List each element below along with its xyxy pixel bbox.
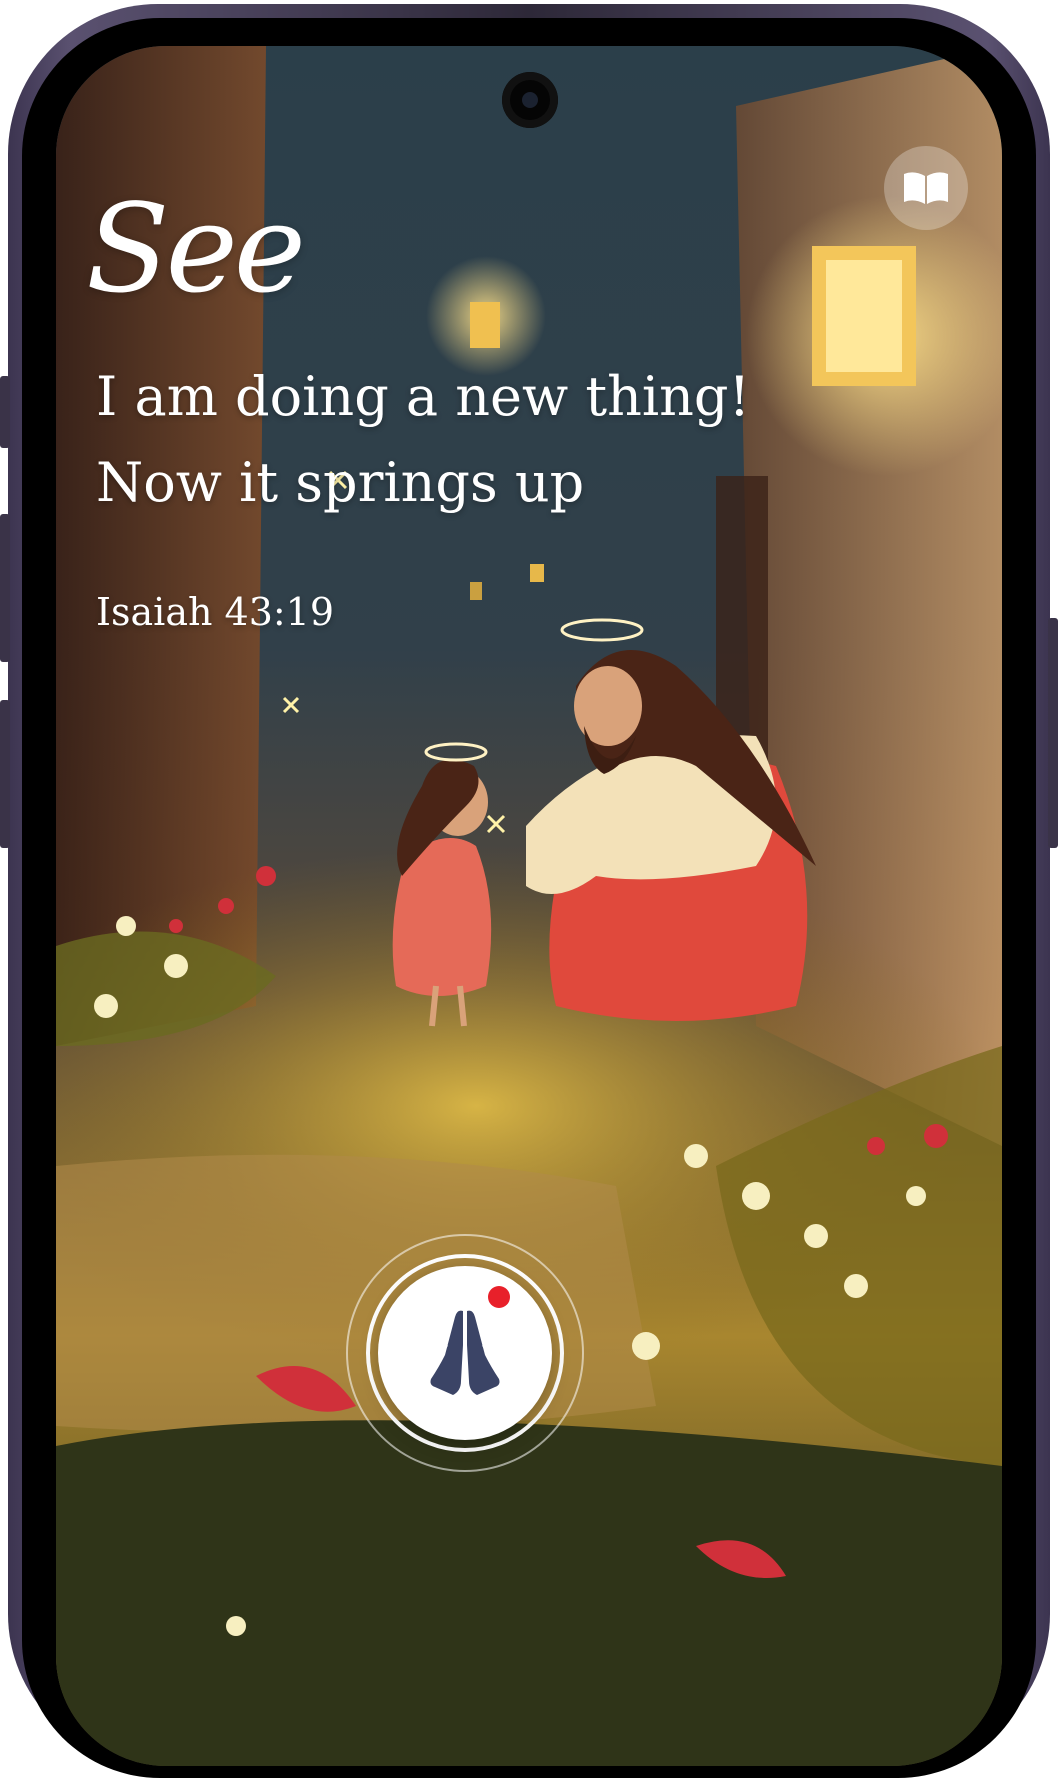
devotional-title: See bbox=[86, 178, 306, 320]
power-button bbox=[1048, 618, 1058, 848]
volume-up-button bbox=[0, 514, 10, 662]
front-camera bbox=[502, 72, 558, 128]
bible-button[interactable] bbox=[884, 146, 968, 230]
pray-button[interactable] bbox=[378, 1266, 552, 1440]
praying-hands-icon bbox=[430, 1310, 500, 1395]
verse-line: I am doing a new thing! bbox=[96, 365, 751, 428]
notification-dot bbox=[488, 1286, 510, 1308]
verse-text: I am doing a new thing! Now it springs u… bbox=[96, 354, 876, 526]
verse-reference: Isaiah 43:19 bbox=[96, 590, 335, 634]
open-book-icon bbox=[904, 172, 948, 204]
volume-down-button bbox=[0, 700, 10, 848]
mute-switch bbox=[0, 376, 10, 448]
verse-line: Now it springs up bbox=[96, 451, 585, 514]
